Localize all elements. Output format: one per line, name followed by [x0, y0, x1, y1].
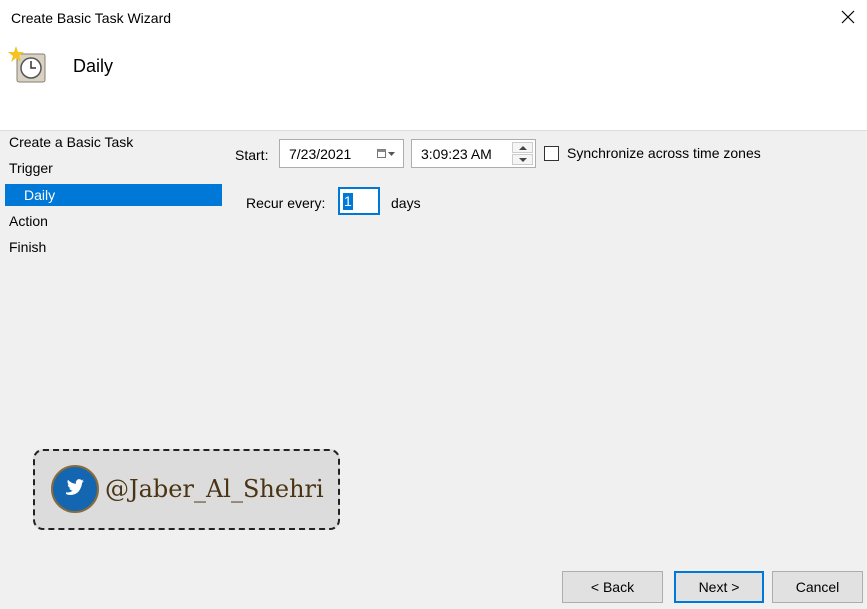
- twitter-handle: @Jaber_Al_Shehri: [105, 475, 324, 503]
- step-trigger: Trigger: [9, 160, 53, 176]
- step-action: Action: [9, 213, 48, 229]
- wizard-header: Daily: [0, 36, 867, 131]
- next-button[interactable]: Next >: [674, 571, 764, 603]
- time-up-button[interactable]: [512, 142, 533, 153]
- recur-days-value: 1: [343, 193, 353, 210]
- chevron-up-icon: [519, 146, 527, 150]
- start-label: Start:: [235, 147, 269, 163]
- step-daily: Daily: [5, 184, 222, 206]
- scheduled-task-clock-icon: [8, 46, 46, 83]
- recur-every-label: Recur every:: [246, 195, 326, 211]
- time-spinner[interactable]: [512, 142, 533, 165]
- time-down-button[interactable]: [512, 154, 533, 165]
- twitter-icon: [51, 465, 99, 513]
- calendar-dropdown-icon[interactable]: [377, 149, 395, 159]
- page-heading: Daily: [73, 56, 114, 76]
- close-icon[interactable]: [839, 8, 857, 26]
- start-date-picker[interactable]: 7/23/2021: [279, 139, 404, 168]
- days-label: days: [391, 195, 421, 211]
- title-bar: Create Basic Task Wizard: [0, 0, 867, 36]
- recur-days-input[interactable]: 1: [338, 187, 380, 215]
- start-time-picker[interactable]: 3:09:23 AM: [411, 139, 536, 168]
- sync-timezones-label[interactable]: Synchronize across time zones: [567, 145, 761, 161]
- chevron-down-icon: [519, 158, 527, 162]
- step-finish: Finish: [9, 239, 47, 255]
- step-create-basic-task: Create a Basic Task: [9, 134, 134, 150]
- window-title: Create Basic Task Wizard: [11, 10, 172, 26]
- start-time-value: 3:09:23 AM: [421, 146, 492, 162]
- wizard-steps: Create a Basic Task Trigger Daily Action…: [0, 131, 224, 411]
- back-button[interactable]: < Back: [562, 571, 663, 603]
- start-date-value: 7/23/2021: [289, 146, 352, 162]
- sync-timezones-checkbox[interactable]: [544, 146, 559, 161]
- cancel-button[interactable]: Cancel: [772, 571, 863, 603]
- twitter-watermark: @Jaber_Al_Shehri: [33, 449, 340, 530]
